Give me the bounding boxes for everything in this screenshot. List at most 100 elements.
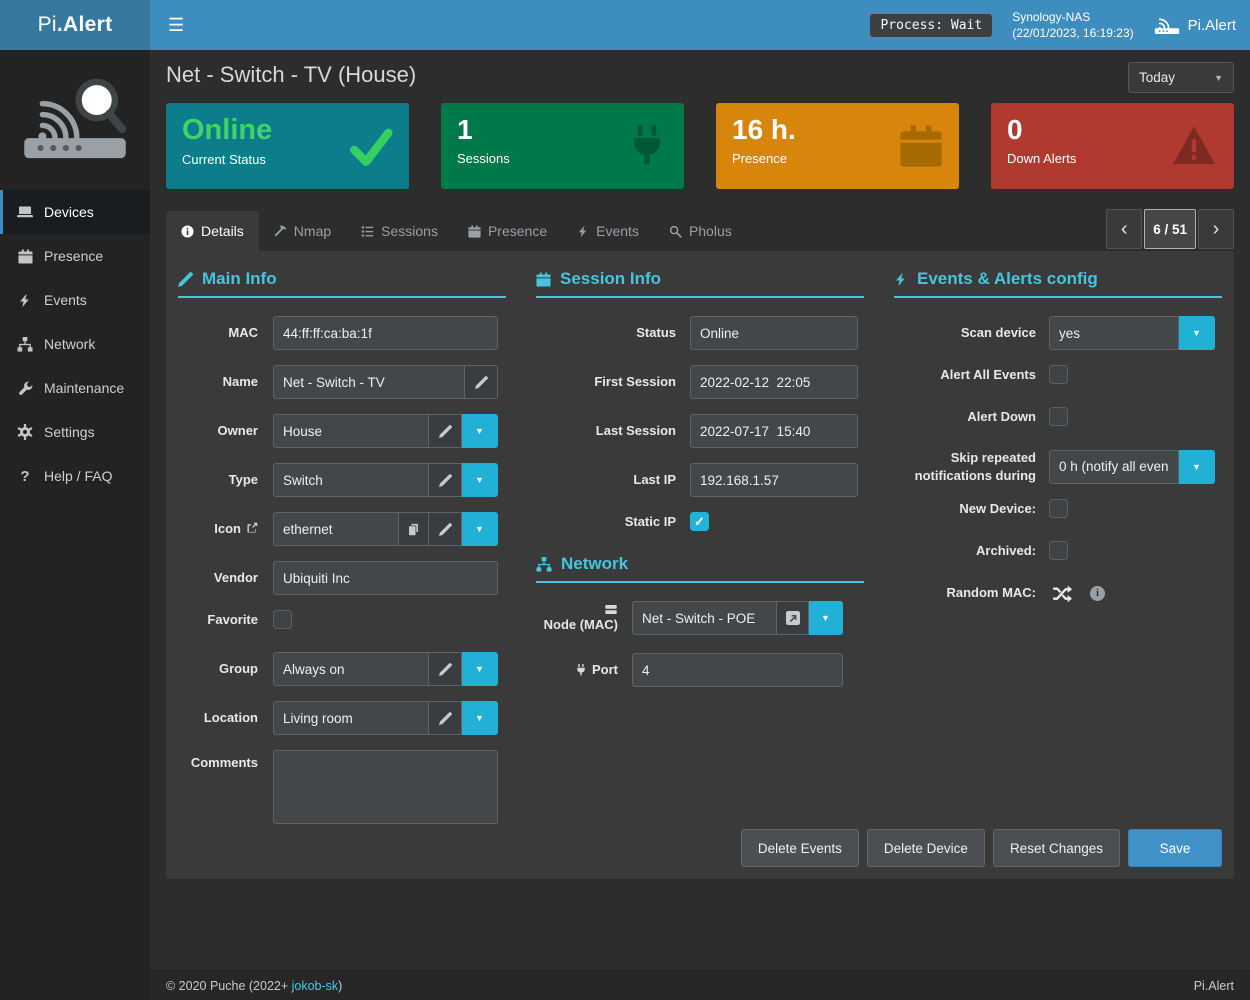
last-ip-label: Last IP <box>536 471 676 489</box>
last-session-input[interactable] <box>690 414 858 448</box>
delete-events-button[interactable]: Delete Events <box>741 829 859 867</box>
process-status-badge: Process: Wait <box>870 14 992 37</box>
pencil-icon <box>439 663 452 676</box>
type-dropdown-button[interactable]: ▼ <box>462 463 498 497</box>
field-row-alert-all-events: Alert All Events <box>894 365 1222 384</box>
sidebar-item-help[interactable]: ? Help / FAQ <box>0 454 150 498</box>
name-edit-button[interactable] <box>465 365 498 399</box>
skip-notifications-dropdown-button[interactable]: ▼ <box>1179 450 1215 484</box>
location-input[interactable] <box>273 701 429 735</box>
host-name: Synology-NAS <box>1012 9 1133 25</box>
owner-dropdown-button[interactable]: ▼ <box>462 414 498 448</box>
owner-edit-button[interactable] <box>429 414 462 448</box>
external-link-square-icon <box>786 611 800 625</box>
alert-all-events-checkbox[interactable] <box>1049 365 1068 384</box>
alert-down-checkbox[interactable] <box>1049 407 1068 426</box>
reset-changes-button[interactable]: Reset Changes <box>993 829 1120 867</box>
sidebar-item-events[interactable]: Events <box>0 278 150 322</box>
group-dropdown-button[interactable]: ▼ <box>462 652 498 686</box>
icon-edit-button[interactable] <box>429 512 462 546</box>
vendor-input[interactable] <box>273 561 498 595</box>
heading-label: Session Info <box>560 269 661 289</box>
owner-input[interactable] <box>273 414 429 448</box>
topbar-user[interactable]: Pi.Alert <box>1154 15 1236 35</box>
save-button[interactable]: Save <box>1128 829 1222 867</box>
wrench-icon <box>16 381 34 396</box>
comments-label: Comments <box>178 750 258 772</box>
node-open-button[interactable] <box>777 601 809 635</box>
new-device-checkbox[interactable] <box>1049 499 1068 518</box>
field-row-type: Type ▼ <box>178 463 506 497</box>
tab-pholus[interactable]: Pholus <box>654 211 747 251</box>
pencil-icon <box>439 425 452 438</box>
chevron-left-icon: ‹ <box>1121 218 1128 240</box>
sidebar-item-maintenance[interactable]: Maintenance <box>0 366 150 410</box>
info-circle-icon <box>181 225 194 238</box>
name-input[interactable] <box>273 365 465 399</box>
mac-label: MAC <box>178 324 258 342</box>
node-dropdown-button[interactable]: ▼ <box>809 601 843 635</box>
comments-textarea[interactable] <box>273 750 498 824</box>
port-input[interactable] <box>632 653 843 687</box>
tab-details[interactable]: Details <box>166 211 259 251</box>
device-tabs: Details Nmap Sessions Presence Events Ph… <box>166 207 1234 251</box>
external-link-icon[interactable] <box>246 522 258 534</box>
delete-device-button[interactable]: Delete Device <box>867 829 985 867</box>
caret-down-icon: ▼ <box>1192 462 1201 472</box>
field-row-favorite: Favorite <box>178 610 506 629</box>
node-input[interactable] <box>632 601 777 635</box>
footer: © 2020 Puche (2022+ jokob-sk) Pi.Alert <box>150 970 1250 1000</box>
main-content: Net - Switch - TV (House) Today ▼ Online… <box>150 50 1250 970</box>
first-session-label: First Session <box>536 373 676 391</box>
type-edit-button[interactable] <box>429 463 462 497</box>
plug-icon <box>575 664 587 676</box>
icon-copy-button[interactable] <box>399 512 429 546</box>
skip-notifications-select[interactable] <box>1049 450 1179 484</box>
alert-all-events-label: Alert All Events <box>894 366 1036 384</box>
sidebar-item-settings[interactable]: Settings <box>0 410 150 454</box>
location-dropdown-button[interactable]: ▼ <box>462 701 498 735</box>
field-row-archived: Archived: <box>894 541 1222 560</box>
app-logo-image <box>0 50 150 190</box>
location-edit-button[interactable] <box>429 701 462 735</box>
tab-nmap[interactable]: Nmap <box>259 211 346 251</box>
owner-label: Owner <box>178 422 258 440</box>
archived-checkbox[interactable] <box>1049 541 1068 560</box>
info-icon[interactable]: i <box>1090 586 1105 601</box>
card-sessions: 1 Sessions <box>441 103 684 189</box>
server-icon <box>604 603 618 616</box>
favorite-checkbox[interactable] <box>273 610 292 629</box>
icon-input[interactable] <box>273 512 399 546</box>
sidebar-item-network[interactable]: Network <box>0 322 150 366</box>
icon-dropdown-button[interactable]: ▼ <box>462 512 498 546</box>
brand-logo[interactable]: Pi.Alert <box>0 0 150 50</box>
field-row-first-session: First Session <box>536 365 864 399</box>
scan-device-dropdown-button[interactable]: ▼ <box>1179 316 1215 350</box>
footer-author-link[interactable]: jokob-sk <box>292 979 339 993</box>
tab-label: Pholus <box>689 223 732 239</box>
static-ip-checkbox[interactable] <box>690 512 709 531</box>
tab-label: Nmap <box>294 223 331 239</box>
status-input[interactable] <box>690 316 858 350</box>
field-row-node: Node (MAC) ▼ <box>536 601 864 635</box>
field-row-status: Status <box>536 316 864 350</box>
type-input[interactable] <box>273 463 429 497</box>
prev-device-button[interactable]: ‹ <box>1106 209 1142 249</box>
scan-device-select[interactable] <box>1049 316 1179 350</box>
next-device-button[interactable]: › <box>1198 209 1234 249</box>
first-session-input[interactable] <box>690 365 858 399</box>
mac-input[interactable] <box>273 316 498 350</box>
sidebar-item-devices[interactable]: Devices <box>0 190 150 234</box>
pencil-icon <box>178 272 193 287</box>
node-mac-label: Node (MAC) <box>536 603 618 634</box>
period-select[interactable]: Today ▼ <box>1128 62 1234 93</box>
sidebar-item-presence[interactable]: Presence <box>0 234 150 278</box>
tab-sessions[interactable]: Sessions <box>346 211 453 251</box>
group-input[interactable] <box>273 652 429 686</box>
copy-icon <box>407 523 420 536</box>
last-ip-input[interactable] <box>690 463 858 497</box>
sidebar-toggle-button[interactable]: ☰ <box>150 0 202 50</box>
tab-events[interactable]: Events <box>562 211 654 251</box>
tab-presence[interactable]: Presence <box>453 211 562 251</box>
group-edit-button[interactable] <box>429 652 462 686</box>
